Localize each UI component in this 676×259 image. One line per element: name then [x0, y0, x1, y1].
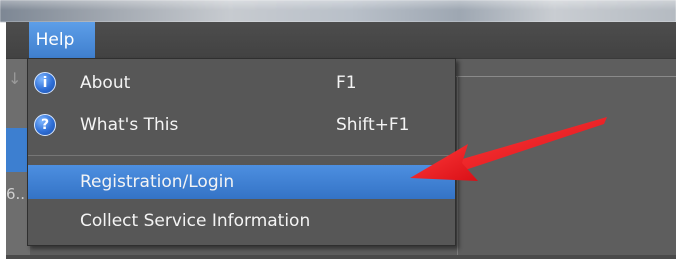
menu-separator: [28, 155, 455, 156]
title-bar-shine: [0, 0, 676, 10]
menu-item-whats-this-shortcut: Shift+F1: [336, 115, 410, 135]
help-menu-dropdown: i About F1 ? What's This Shift+F1 Regist…: [27, 58, 456, 246]
menu-item-collect-service-information-label: Collect Service Information: [80, 211, 311, 231]
panel-divider-horizontal: [456, 76, 676, 77]
question-icon: ?: [34, 114, 56, 136]
menu-item-whats-this-label: What's This: [80, 115, 179, 135]
bottom-strip: [6, 255, 676, 259]
menu-bar: Help: [6, 22, 676, 59]
menu-help[interactable]: Help: [29, 22, 95, 58]
blurred-title-bar: [0, 0, 676, 22]
menu-item-whats-this[interactable]: ? What's This Shift+F1: [28, 105, 455, 145]
menu-item-collect-service-information[interactable]: Collect Service Information: [28, 202, 455, 240]
menu-item-about-shortcut: F1: [336, 73, 357, 93]
info-icon: i: [34, 72, 56, 94]
panel-divider-vertical: [457, 76, 458, 255]
menu-item-registration-login-label: Registration/Login: [80, 172, 235, 192]
menu-item-registration-login[interactable]: Registration/Login: [28, 165, 455, 199]
screenshot-frame: ↓ 6.. Help i About F1 ? What's This Shif…: [0, 0, 676, 259]
menu-item-about-label: About: [80, 73, 131, 93]
toolbar-arrow-icon[interactable]: ↓: [8, 70, 26, 88]
menu-item-about[interactable]: i About F1: [28, 63, 455, 103]
